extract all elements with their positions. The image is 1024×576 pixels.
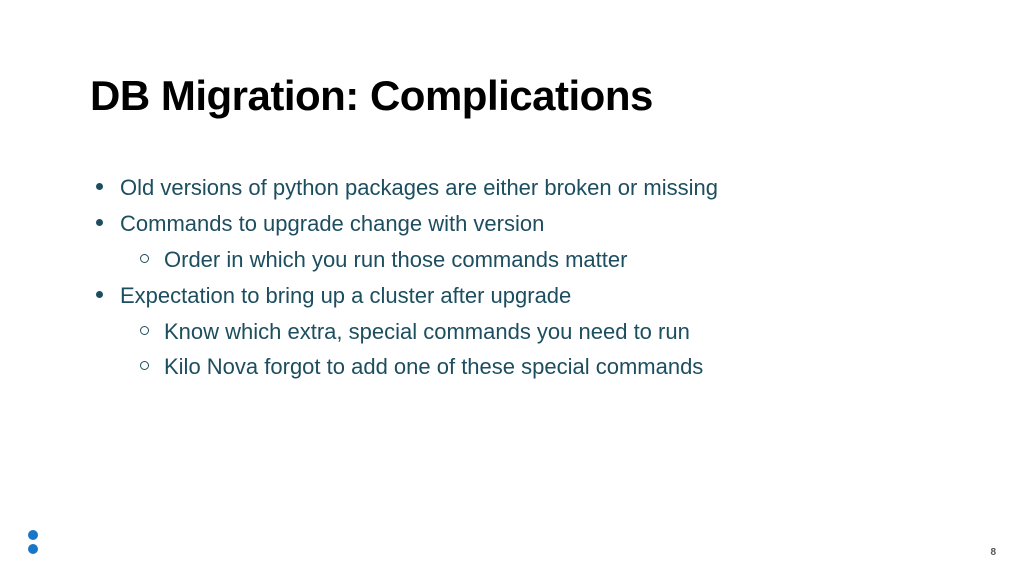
list-item: Kilo Nova forgot to add one of these spe… bbox=[164, 351, 934, 383]
bullet-text: Kilo Nova forgot to add one of these spe… bbox=[164, 354, 703, 379]
logo-dot bbox=[28, 530, 38, 540]
slide-body: Old versions of python packages are eith… bbox=[90, 172, 934, 383]
list-item: Order in which you run those commands ma… bbox=[164, 244, 934, 276]
bullet-list: Old versions of python packages are eith… bbox=[90, 172, 934, 383]
slide: DB Migration: Complications Old versions… bbox=[0, 0, 1024, 576]
list-item: Know which extra, special commands you n… bbox=[164, 316, 934, 348]
bullet-text: Order in which you run those commands ma… bbox=[164, 247, 627, 272]
bullet-text: Expectation to bring up a cluster after … bbox=[120, 283, 571, 308]
sub-bullet-list: Order in which you run those commands ma… bbox=[120, 244, 934, 276]
list-item: Old versions of python packages are eith… bbox=[120, 172, 934, 204]
list-item: Expectation to bring up a cluster after … bbox=[120, 280, 934, 384]
slide-title: DB Migration: Complications bbox=[90, 72, 934, 120]
page-number: 8 bbox=[990, 547, 996, 558]
sub-bullet-list: Know which extra, special commands you n… bbox=[120, 316, 934, 384]
logo-icon bbox=[28, 530, 40, 556]
logo-dot bbox=[28, 544, 38, 554]
bullet-text: Old versions of python packages are eith… bbox=[120, 175, 718, 200]
list-item: Commands to upgrade change with version … bbox=[120, 208, 934, 276]
bullet-text: Commands to upgrade change with version bbox=[120, 211, 544, 236]
bullet-text: Know which extra, special commands you n… bbox=[164, 319, 690, 344]
